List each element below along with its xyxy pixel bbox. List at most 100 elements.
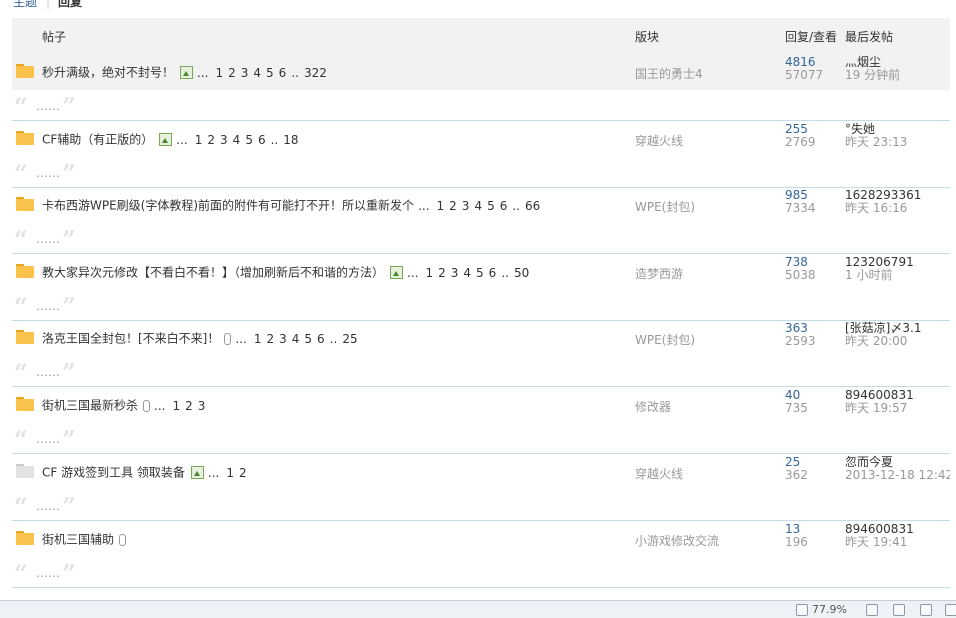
board-link[interactable]: 穿越火线 — [635, 132, 683, 149]
view-count: 735 — [785, 401, 808, 415]
view-count: 5038 — [785, 268, 816, 282]
page-link[interactable]: 2 — [185, 399, 193, 413]
thread-main: 教大家异次元修改【不看白不看！】（增加刷新后不和谐的方法）... 1 2 3 4 5 6..… — [12, 253, 950, 290]
page-link[interactable]: 1 — [215, 66, 223, 80]
page-link[interactable]: 3 — [241, 66, 249, 80]
reply-quote: “ …… ” — [12, 423, 950, 453]
page-link-last[interactable]: 50 — [514, 266, 529, 280]
page-link[interactable]: 3 — [462, 199, 470, 213]
tab-topic[interactable]: 主题 — [13, 0, 37, 10]
thread-title[interactable]: 秒升满级，绝对不封号！ — [42, 66, 174, 80]
page-link[interactable]: 1 — [437, 199, 445, 213]
page-link-last[interactable]: 18 — [283, 133, 298, 147]
zoom-level: 77.9% — [812, 603, 847, 616]
view-count: 2769 — [785, 135, 816, 149]
reply-quote: “ …… ” — [12, 557, 950, 587]
tab-reply[interactable]: 回复 — [58, 0, 82, 10]
pagination-ellipsis: ... — [207, 465, 220, 480]
thread-title[interactable]: 街机三国辅助 — [42, 533, 114, 547]
quote-text: …… — [36, 232, 60, 246]
view-count: 7334 — [785, 201, 816, 215]
thread-title[interactable]: 洛克王国全封包！[不来白不来]！ — [42, 332, 219, 346]
page-link[interactable]: 3 — [198, 399, 206, 413]
view-count: 196 — [785, 535, 808, 549]
thread-title[interactable]: 卡布西游WPE刷级(字体教程)前面的附件有可能打不开！所以重新发个 — [42, 199, 414, 213]
page-link[interactable]: 4 — [463, 266, 471, 280]
page-link[interactable]: 5 — [266, 66, 274, 80]
paperclip-icon — [224, 332, 232, 345]
volume-icon[interactable] — [920, 604, 932, 616]
last-post: 894600831 昨天 19:41 — [845, 523, 914, 549]
thread-main: CF 游戏签到工具 领取装备... 1 2 穿越火线 25 362 忽而今夏 201… — [12, 453, 950, 490]
menu-icon[interactable] — [945, 604, 956, 616]
page-link[interactable]: 2 — [266, 332, 274, 346]
page-link[interactable]: 2 — [228, 66, 236, 80]
thread-stats: 738 5038 — [785, 256, 816, 282]
image-attachment-icon — [190, 466, 204, 479]
page-link[interactable]: 4 — [474, 199, 482, 213]
page-link[interactable]: 1 — [172, 399, 180, 413]
board-link[interactable]: WPE(封包) — [635, 198, 695, 215]
tab-separator: | — [46, 0, 51, 9]
page-link[interactable]: 3 — [451, 266, 459, 280]
quote-open-icon: “ — [14, 358, 28, 387]
thread-row: 教大家异次元修改【不看白不看！】（增加刷新后不和谐的方法）... 1 2 3 4 5 6..… — [12, 253, 950, 321]
page-link[interactable]: 6 — [489, 266, 497, 280]
page-link[interactable]: 5 — [304, 332, 312, 346]
quote-close-icon: ” — [62, 559, 76, 588]
last-post: 忽而今夏 2013-12-18 12:42 — [845, 456, 950, 482]
last-post-time: 昨天 20:00 — [845, 334, 908, 348]
board-link[interactable]: 修改器 — [635, 398, 671, 415]
page-link[interactable]: 2 — [207, 133, 215, 147]
page-link[interactable]: 5 — [245, 133, 253, 147]
thread-title[interactable]: 教大家异次元修改【不看白不看！】（增加刷新后不和谐的方法） — [42, 266, 384, 280]
page-link[interactable]: 4 — [253, 66, 261, 80]
page-link[interactable]: 1 — [195, 133, 203, 147]
page-link[interactable]: 1 — [425, 266, 433, 280]
board-link[interactable]: 国王的勇士4 — [635, 65, 703, 82]
board-link[interactable]: 造梦西游 — [635, 265, 683, 282]
page-link[interactable]: 1 — [226, 466, 234, 480]
pagination-ellipsis: ... — [197, 65, 209, 80]
page-link-last[interactable]: 66 — [525, 199, 540, 213]
page-link[interactable]: 4 — [233, 133, 241, 147]
fullscreen-icon[interactable] — [866, 604, 878, 616]
pagination-dots: .. — [512, 198, 520, 213]
reply-quote: “ …… ” — [12, 290, 950, 320]
header-stats: 回复/查看 — [785, 30, 838, 44]
page-link[interactable]: 3 — [220, 133, 228, 147]
trash-icon[interactable] — [893, 604, 905, 616]
board-link[interactable]: 穿越火线 — [635, 465, 683, 482]
thread-title-line: 秒升满级，绝对不封号！... 1 2 3 4 5 6.. 322 — [42, 64, 327, 80]
thread-title[interactable]: CF辅助（有正版的） — [42, 133, 153, 147]
page-link[interactable]: 2 — [239, 466, 247, 480]
quote-close-icon: ” — [62, 92, 76, 121]
page-link[interactable]: 2 — [449, 199, 457, 213]
page-link[interactable]: 6 — [279, 66, 287, 80]
page-link[interactable]: 2 — [438, 266, 446, 280]
zoom-icon[interactable] — [796, 604, 808, 616]
page-link[interactable]: 5 — [487, 199, 495, 213]
board-link[interactable]: WPE(封包) — [635, 331, 695, 348]
pagination-ellipsis: ... — [418, 198, 430, 213]
last-post: 灬烟尘 19 分钟前 — [845, 56, 900, 82]
thread-title[interactable]: CF 游戏签到工具 领取装备 — [42, 466, 185, 480]
pagination-ellipsis: ... — [407, 265, 419, 280]
page-link-last[interactable]: 25 — [342, 332, 357, 346]
quote-text: …… — [36, 299, 60, 313]
last-post-time: 昨天 16:16 — [845, 201, 908, 215]
page-link-last[interactable]: 322 — [304, 66, 327, 80]
page-link[interactable]: 6 — [500, 199, 508, 213]
thread-title[interactable]: 街机三国最新秒杀 — [42, 399, 138, 413]
page-link[interactable]: 6 — [258, 133, 266, 147]
page-link[interactable]: 5 — [476, 266, 484, 280]
thread-stats: 985 7334 — [785, 189, 816, 215]
page-link[interactable]: 1 — [254, 332, 262, 346]
page-link[interactable]: 3 — [279, 332, 287, 346]
thread-stats: 4816 57077 — [785, 56, 823, 82]
view-count: 2593 — [785, 334, 816, 348]
paperclip-icon — [143, 399, 151, 412]
page-link[interactable]: 4 — [292, 332, 300, 346]
board-link[interactable]: 小游戏修改交流 — [635, 532, 719, 549]
page-link[interactable]: 6 — [317, 332, 325, 346]
